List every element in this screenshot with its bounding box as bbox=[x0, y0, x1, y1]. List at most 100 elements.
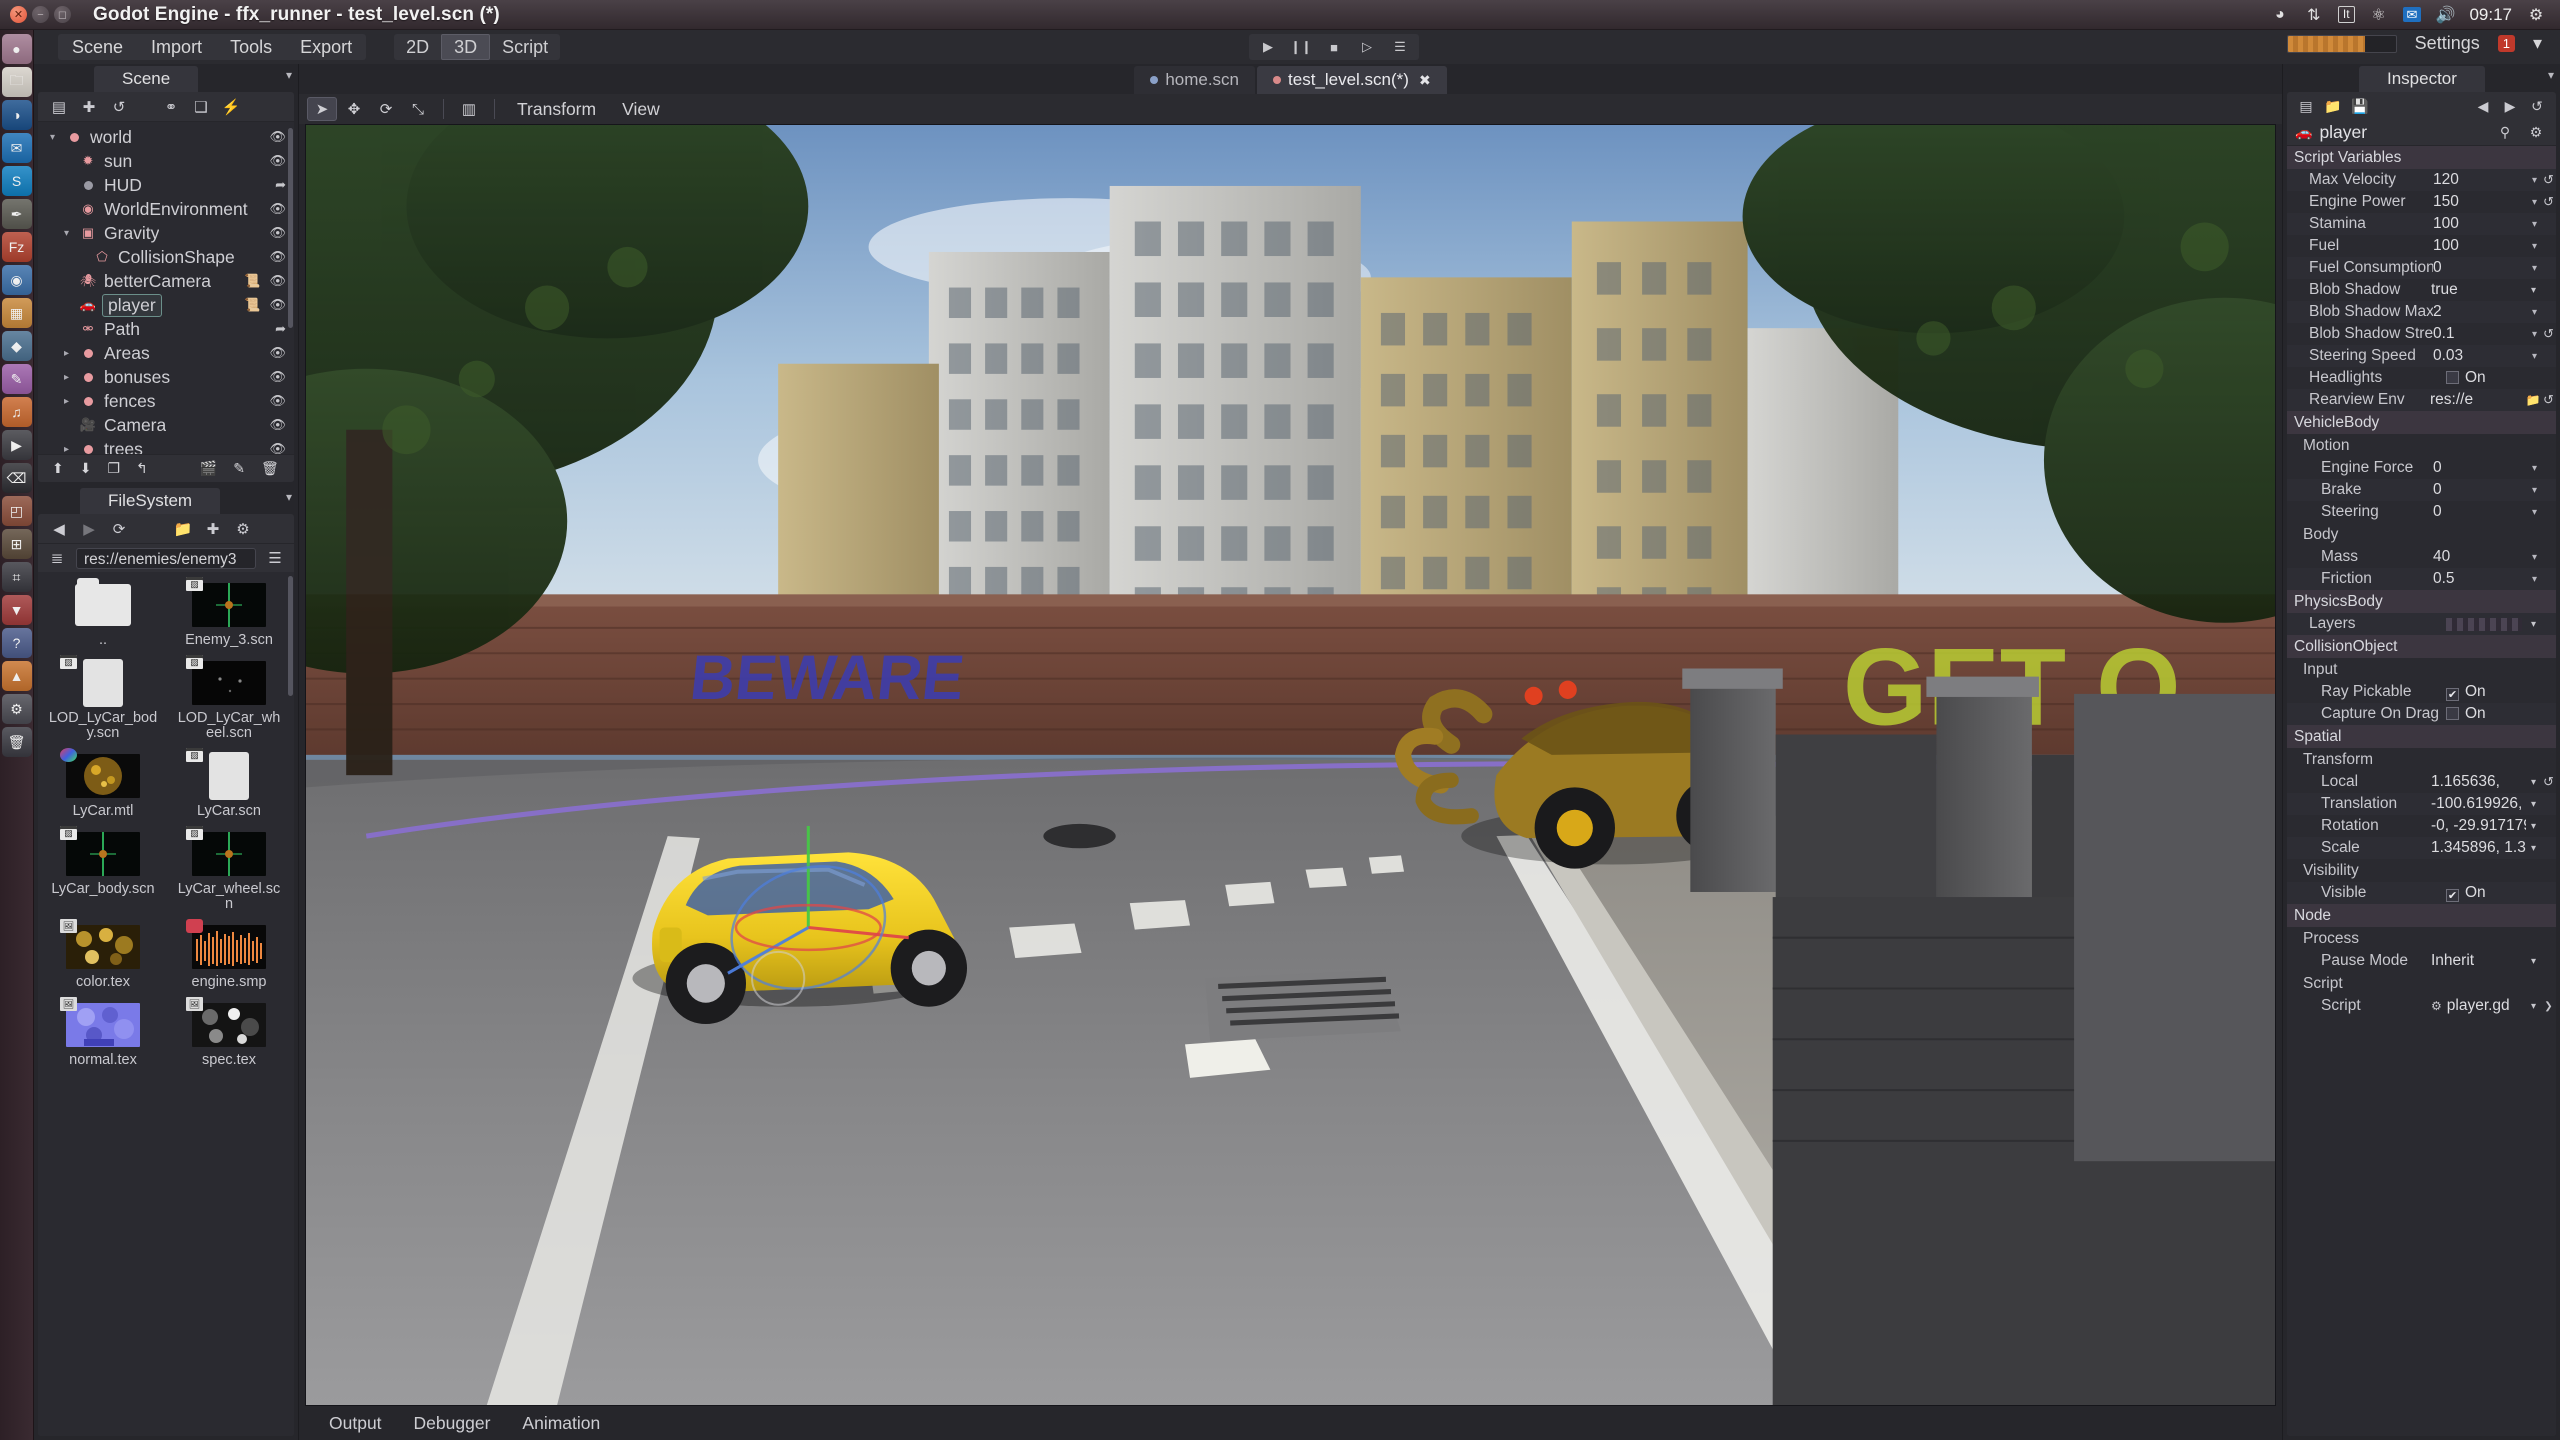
inspector-property-row[interactable]: Stamina 100 ▾ bbox=[2287, 213, 2556, 235]
filesystem-item[interactable]: ▨ Enemy_3.scn bbox=[168, 576, 290, 652]
scene-tree-node[interactable]: HUD ➦ bbox=[38, 173, 294, 197]
property-value[interactable]: 150 bbox=[2433, 193, 2528, 211]
filesystem-item[interactable]: ▨ LOD_LyCar_body.scn bbox=[42, 654, 164, 745]
spinner-icon[interactable]: ▾ bbox=[2528, 463, 2541, 474]
refresh-icon[interactable]: ⟳ bbox=[106, 517, 132, 541]
system-settings-icon[interactable]: ⚙ bbox=[2526, 5, 2546, 25]
property-value[interactable]: 40 bbox=[2433, 548, 2528, 566]
scene-tree-node[interactable]: ▾ world 👁 bbox=[38, 125, 294, 149]
launcher-video-player[interactable]: ▶ bbox=[1, 430, 32, 460]
spinner-icon[interactable]: ▾ bbox=[2528, 175, 2541, 186]
dropbox-icon[interactable]: ◕ bbox=[2270, 5, 2290, 25]
delete-icon[interactable]: 🗑 bbox=[261, 460, 279, 477]
new-folder-icon[interactable]: 📁 bbox=[170, 517, 196, 541]
property-value[interactable]: res://e bbox=[2430, 391, 2525, 409]
close-tab-icon[interactable]: ✖ bbox=[1419, 72, 1431, 89]
property-value[interactable]: On bbox=[2446, 705, 2541, 723]
property-value[interactable]: 0 bbox=[2433, 259, 2528, 277]
filesystem-item[interactable]: 🖼 normal.tex bbox=[42, 996, 164, 1072]
property-value[interactable]: 0.03 bbox=[2433, 347, 2528, 365]
window-controls[interactable]: ✕ − ◻ bbox=[10, 6, 71, 23]
tab-filesystem[interactable]: FileSystem bbox=[80, 488, 221, 514]
inspector-property-row[interactable]: Translation -100.619926, - ▾ bbox=[2287, 793, 2556, 815]
inspector-property-row[interactable]: Headlights On bbox=[2287, 367, 2556, 389]
launcher-text-editor[interactable]: ✎ bbox=[1, 364, 32, 394]
scene-tree-node[interactable]: ▸ Areas 👁 bbox=[38, 341, 294, 365]
settings-menu[interactable]: Settings bbox=[2407, 33, 2488, 54]
script-icon[interactable]: 📜 bbox=[244, 273, 260, 289]
chevron-down-icon[interactable]: ▾ bbox=[2526, 956, 2541, 967]
visibility-on-icon[interactable]: 👁 bbox=[269, 249, 286, 265]
bottom-tab-animation[interactable]: Animation bbox=[508, 1409, 614, 1438]
launcher-files[interactable]: 🗀 bbox=[1, 67, 32, 97]
property-value[interactable]: 120 bbox=[2433, 171, 2528, 189]
inspector-property-row[interactable]: Max Velocity 120 ▾ ↺ bbox=[2287, 169, 2556, 191]
launcher-fz-app[interactable]: Fz bbox=[1, 232, 32, 262]
scene-dock-menu-icon[interactable]: ▾ bbox=[286, 68, 292, 82]
chevron-down-icon[interactable]: ▾ bbox=[2526, 777, 2541, 788]
filesystem-item[interactable]: engine.smp bbox=[168, 918, 290, 994]
inspector-property-row[interactable]: Script ⚙ player.gd ▾ ❯ bbox=[2287, 995, 2556, 1017]
search-icon[interactable]: ⚲ bbox=[2493, 122, 2517, 144]
property-value[interactable]: On bbox=[2446, 369, 2541, 387]
reparent-icon[interactable]: ↰ bbox=[136, 460, 148, 477]
scene-tree-node[interactable]: ▸ trees 👁 bbox=[38, 437, 294, 455]
launcher-software-center[interactable]: ▲ bbox=[1, 661, 32, 691]
mail-icon[interactable]: ✉ bbox=[2402, 7, 2422, 22]
property-value[interactable]: 0.1 bbox=[2433, 325, 2528, 343]
launcher-thunderbird[interactable]: ✉ bbox=[1, 133, 32, 163]
revert-icon[interactable]: ↺ bbox=[2541, 326, 2556, 342]
add-node-icon[interactable]: ✚ bbox=[76, 95, 102, 119]
filesystem-item[interactable]: 🖼 color.tex bbox=[42, 918, 164, 994]
menu-import[interactable]: Import bbox=[137, 34, 216, 60]
property-value[interactable]: -100.619926, - bbox=[2431, 795, 2526, 813]
filesystem-item[interactable]: ▨ LyCar_body.scn bbox=[42, 825, 164, 916]
property-value[interactable]: ✔ On bbox=[2446, 884, 2541, 902]
keyboard-layout-icon[interactable]: It bbox=[2337, 6, 2355, 23]
window-minimize-button[interactable]: − bbox=[32, 6, 49, 23]
move-up-icon[interactable]: ⬆ bbox=[52, 460, 64, 477]
launcher-godot[interactable]: ◆ bbox=[1, 331, 32, 361]
spinner-icon[interactable]: ▾ bbox=[2528, 197, 2541, 208]
inspector-property-row[interactable]: Capture On Drag On bbox=[2287, 703, 2556, 725]
scene-tree-footer[interactable]: ⬆ ⬇ ❐ ↰ 🎬 ✎ 🗑 bbox=[38, 454, 294, 482]
scene-tree-toolbar[interactable]: ▤ ✚ ↺ ⚭ ❑ ⚡ bbox=[38, 92, 294, 122]
launcher-image-viewer[interactable]: ◰ bbox=[1, 496, 32, 526]
scene-tree-node[interactable]: ▸ bonuses 👁 bbox=[38, 365, 294, 389]
property-value[interactable]: 1.345896, 1.34 bbox=[2431, 839, 2526, 857]
tab-scene[interactable]: Scene bbox=[94, 66, 199, 92]
inspector-property-row[interactable]: Scale 1.345896, 1.34 ▾ bbox=[2287, 837, 2556, 859]
forward-icon[interactable]: ▶ bbox=[76, 517, 102, 541]
launcher-skype[interactable]: S bbox=[1, 166, 32, 196]
property-checkbox[interactable]: ✔ bbox=[2446, 688, 2459, 701]
volume-icon[interactable]: 🔊 bbox=[2435, 5, 2455, 25]
transform-menu[interactable]: Transform bbox=[505, 99, 608, 120]
signals-icon[interactable]: ⚡ bbox=[218, 95, 244, 119]
move-down-icon[interactable]: ⬇ bbox=[80, 460, 92, 477]
twisty-collapsed-icon[interactable]: ▸ bbox=[64, 372, 78, 383]
revert-icon[interactable]: ↺ bbox=[2541, 774, 2556, 790]
list-toggle-icon[interactable]: ☰ bbox=[262, 546, 288, 570]
inspector-property-row[interactable]: Fuel Consumption 0 ▾ bbox=[2287, 257, 2556, 279]
chevron-down-icon[interactable]: ▾ bbox=[2526, 285, 2541, 296]
twisty-collapsed-icon[interactable]: ▸ bbox=[64, 444, 78, 455]
object-menu-icon[interactable]: ⚙ bbox=[2524, 122, 2548, 144]
visibility-on-icon[interactable]: 👁 bbox=[269, 225, 286, 241]
launcher-settings[interactable]: ⚙ bbox=[1, 694, 32, 724]
viewport-toolbar[interactable]: ➤ ✥ ⟳ ⤡ ▥ Transform View bbox=[299, 94, 2282, 124]
visibility-on-icon[interactable]: 👁 bbox=[269, 345, 286, 361]
spinner-icon[interactable]: ▾ bbox=[2528, 507, 2541, 518]
spinner-icon[interactable]: ▾ bbox=[2528, 552, 2541, 563]
inspector-property-row[interactable]: Steering 0 ▾ bbox=[2287, 501, 2556, 523]
visibility-on-icon[interactable]: 👁 bbox=[269, 441, 286, 454]
scene-tab[interactable]: test_level.scn(*) ✖ bbox=[1257, 66, 1447, 94]
move-tool[interactable]: ✥ bbox=[339, 97, 369, 121]
inspector-property-row[interactable]: Friction 0.5 ▾ bbox=[2287, 568, 2556, 590]
property-value[interactable]: -0, -29.917179, bbox=[2431, 817, 2526, 835]
chevron-down-icon[interactable]: ▾ bbox=[2526, 1001, 2541, 1012]
inspector-toolbar[interactable]: ▤ 📁 💾 ◀ ▶ ↺ bbox=[2287, 92, 2556, 120]
scene-tree-node[interactable]: 🚗 player 📜 👁 bbox=[38, 293, 294, 317]
visibility-on-icon[interactable]: 👁 bbox=[269, 129, 286, 145]
twisty-collapsed-icon[interactable]: ▸ bbox=[64, 348, 78, 359]
chevron-down-icon[interactable]: ▾ bbox=[2526, 843, 2541, 854]
